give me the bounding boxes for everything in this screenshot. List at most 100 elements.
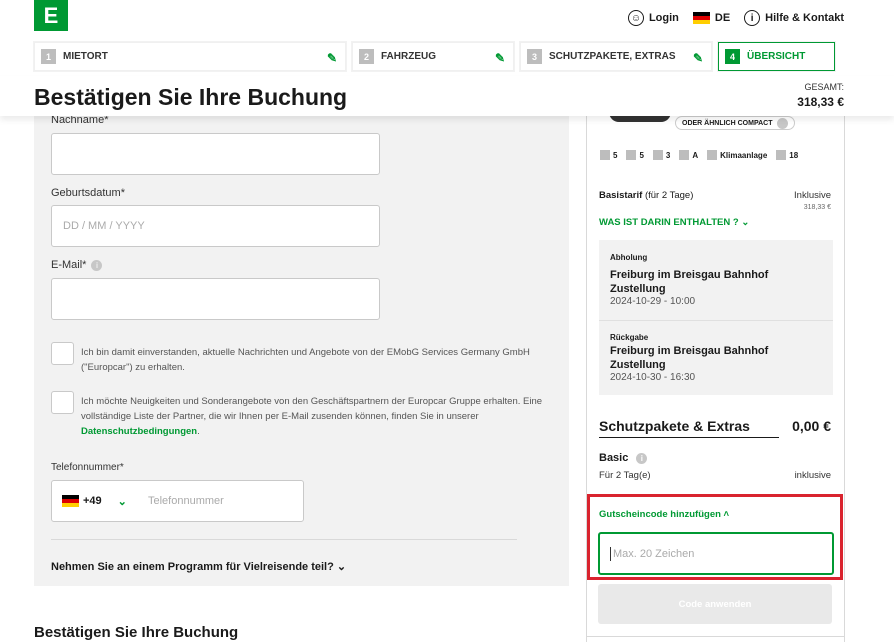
chevron-down-icon: ⌄ [117, 495, 127, 508]
extras-total: 0,00 € [792, 418, 831, 434]
help-link[interactable]: i Hilfe & Kontakt [744, 10, 844, 26]
divider [586, 636, 845, 637]
info-icon: i [744, 10, 761, 26]
step-label: FAHRZEUG [381, 51, 436, 62]
language-label: DE [714, 12, 731, 24]
chevron-down-icon: ⌄ [336, 561, 347, 573]
step-label: MIETORT [63, 51, 108, 62]
step-schutzpakete[interactable]: 3 SCHUTZPAKETE, EXTRAS ✎ [520, 42, 712, 71]
info-icon[interactable]: i [91, 259, 103, 271]
feature-seats: 5 [600, 150, 617, 160]
step-mietort[interactable]: 1 MIETORT ✎ [34, 42, 346, 71]
german-flag-icon [692, 12, 710, 24]
feature-gearbox: A [679, 150, 698, 160]
voucher-toggle[interactable]: Gutscheincode hinzufügen ˄ [599, 509, 729, 520]
europcar-logo[interactable]: E [34, 0, 68, 31]
help-label: Hilfe & Kontakt [765, 12, 844, 24]
country-code-select[interactable]: +49 ⌄ [52, 495, 148, 508]
frequent-flyer-toggle[interactable]: Nehmen Sie an einem Programm für Vielrei… [51, 560, 346, 573]
step-number: 4 [725, 49, 740, 64]
section-title: Bestätigen Sie Ihre Buchung [34, 624, 239, 641]
page-title: Bestätigen Sie Ihre Buchung [34, 84, 348, 110]
email-input[interactable] [51, 278, 380, 320]
door-icon [626, 150, 637, 160]
step-number: 3 [527, 49, 542, 64]
country-code: +49 [83, 495, 102, 507]
dob-label: Geburtsdatum* [51, 187, 125, 199]
feature-aircon: Klimaanlage [707, 150, 767, 160]
phone-input[interactable]: Telefonnummer [148, 495, 224, 507]
pickup-label: Abholung [610, 253, 648, 262]
feature-min-age: 18 [776, 150, 798, 160]
aircon-icon [707, 150, 718, 160]
seat-icon [600, 150, 610, 160]
email-label-text: E-Mail* [51, 259, 87, 271]
pickup-date: 2024-10-29 - 10:00 [610, 296, 696, 307]
step-number: 2 [359, 49, 374, 64]
base-rate-price: 318,33 € [803, 204, 831, 211]
age-icon [776, 150, 787, 160]
whats-included-toggle[interactable]: WAS IST DARIN ENTHALTEN ? ⌄ [599, 217, 749, 228]
partner-offers-checkbox[interactable] [51, 391, 74, 414]
sticky-title-bar: Bestätigen Sie Ihre Buchung GESAMT: 318,… [0, 76, 894, 116]
dob-input[interactable]: DD / MM / YYYY [51, 205, 380, 247]
basic-included: inklusive [794, 470, 831, 481]
total-label: GESAMT: [804, 82, 844, 92]
return-date: 2024-10-30 - 16:30 [610, 372, 696, 383]
email-label: E-Mail* i [51, 259, 103, 271]
lastname-input[interactable] [51, 133, 380, 175]
voucher-placeholder: Max. 20 Zeichen [613, 547, 695, 560]
base-rate: Basistarif (für 2 Tage) [599, 190, 694, 201]
step-fahrzeug[interactable]: 2 FAHRZEUG ✎ [352, 42, 514, 71]
apply-code-button[interactable]: Code anwenden [598, 584, 832, 624]
car-category-tag: ODER ÄHNLICH COMPACT [675, 116, 796, 130]
newsletter-checkbox[interactable] [51, 342, 74, 365]
feature-doors: 5 [626, 150, 644, 160]
divider [599, 320, 833, 321]
divider [51, 539, 517, 540]
step-number: 1 [41, 49, 56, 64]
info-icon[interactable]: i [636, 452, 648, 464]
login-label: Login [648, 12, 679, 24]
top-bar: E ☺ Login DE i Hilfe & Kontakt [0, 0, 894, 40]
text-cursor [610, 546, 611, 561]
partner-consent-text: Ich möchte Neuigkeiten und Sonderangebot… [81, 396, 543, 437]
german-flag-icon [62, 495, 79, 507]
frequent-flyer-label: Nehmen Sie an einem Programm für Vielrei… [51, 561, 334, 573]
pencil-icon[interactable]: ✎ [327, 51, 337, 65]
luggage-icon [652, 150, 663, 160]
voucher-input[interactable]: Max. 20 Zeichen [598, 532, 834, 575]
pencil-icon[interactable]: ✎ [693, 51, 703, 65]
language-selector[interactable]: DE [692, 12, 731, 24]
privacy-policy-link[interactable]: Datenschutzbedingungen [81, 426, 197, 437]
car-features: 5 5 3 A Klimaanlage 18 [600, 150, 840, 160]
base-rate-included: Inklusive [794, 190, 831, 201]
car-category-label: ODER ÄHNLICH COMPACT [682, 119, 773, 127]
return-location: Freiburg im Breisgau Bahnhof Zustellung [610, 345, 769, 371]
voucher-section: Gutscheincode hinzufügen ˄ Max. 20 Zeich… [587, 494, 843, 580]
info-icon[interactable] [777, 117, 789, 129]
pencil-icon[interactable]: ✎ [495, 51, 505, 65]
step-label: ÜBERSICHT [747, 51, 806, 62]
basic-package: Basic i [599, 452, 648, 464]
step-uebersicht[interactable]: 4 ÜBERSICHT [718, 42, 835, 71]
newsletter-consent-text: Ich bin damit einverstanden, aktuelle Na… [81, 347, 530, 373]
top-links: ☺ Login DE i Hilfe & Kontakt [627, 10, 844, 26]
user-icon: ☺ [627, 10, 644, 26]
pickup-return-box: Abholung Freiburg im Breisgau Bahnhof Zus… [599, 240, 833, 395]
feature-luggage: 3 [652, 150, 670, 160]
total-price: 318,33 € [797, 95, 844, 109]
step-label: SCHUTZPAKETE, EXTRAS [549, 51, 676, 62]
phone-label: Telefonnummer* [51, 462, 124, 473]
extras-underline [599, 437, 779, 438]
gearbox-icon [679, 150, 690, 160]
personal-details-form: Nachname* Geburtsdatum* DD / MM / YYYY E… [34, 110, 569, 586]
login-link[interactable]: ☺ Login [627, 10, 679, 26]
return-label: Rückgabe [610, 333, 649, 342]
basic-duration: Für 2 Tag(e) [599, 470, 651, 481]
phone-field: +49 ⌄ Telefonnummer [51, 480, 304, 522]
partner-consent-body: Ich möchte Neuigkeiten und Sonderangebot… [81, 396, 543, 422]
booking-steps: 1 MIETORT ✎ 2 FAHRZEUG ✎ 3 SCHUTZPAKETE,… [34, 42, 835, 71]
pickup-location: Freiburg im Breisgau Bahnhof Zustellung [610, 269, 769, 295]
extras-title: Schutzpakete & Extras [599, 418, 750, 434]
